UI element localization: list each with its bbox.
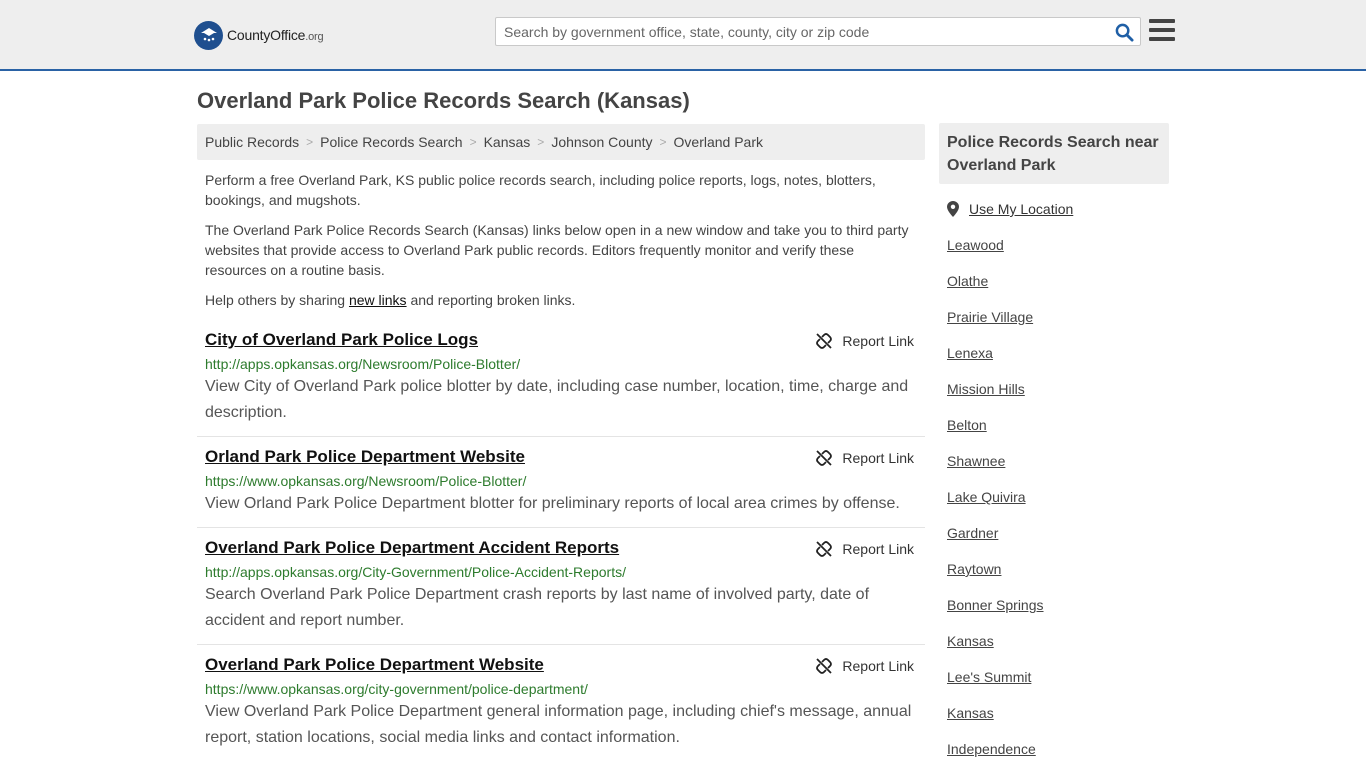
result-item: Orland Park Police Department Website ht… [197, 446, 925, 528]
result-description: View Orland Park Police Department blott… [205, 495, 900, 512]
breadcrumb-item-police-records-search[interactable]: Police Records Search [320, 134, 462, 150]
search-input[interactable] [496, 18, 1106, 45]
nearby-city-link[interactable]: Lenexa [947, 345, 993, 361]
nearby-city-link[interactable]: Kansas [947, 633, 994, 649]
use-my-location-link[interactable]: Use My Location [969, 201, 1073, 217]
map-pin-icon [947, 201, 959, 217]
result-item: Overland Park Police Department Website … [197, 654, 925, 762]
breadcrumb-item-public-records[interactable]: Public Records [205, 134, 299, 150]
nearby-city-link[interactable]: Leawood [947, 237, 1004, 253]
nearby-city-link[interactable]: Mission Hills [947, 381, 1025, 397]
nearby-city-link[interactable]: Shawnee [947, 453, 1005, 469]
seal-icon [194, 20, 223, 50]
site-logo[interactable]: CountyOffice.org [194, 20, 324, 50]
report-link-button[interactable]: Report Link [816, 450, 914, 466]
result-item: City of Overland Park Police Logs http:/… [197, 329, 925, 437]
nearby-city-link[interactable]: Prairie Village [947, 309, 1033, 325]
broken-link-icon [816, 450, 833, 466]
page-title: Overland Park Police Records Search (Kan… [197, 88, 690, 113]
result-url[interactable]: https://www.opkansas.org/Newsroom/Police… [205, 472, 925, 490]
logo-text: CountyOffice.org [227, 27, 324, 43]
broken-link-icon [816, 541, 833, 557]
nearby-city-link[interactable]: Olathe [947, 273, 988, 289]
top-header-bar: CountyOffice.org [0, 0, 1366, 71]
nearby-city-link[interactable]: Lee's Summit [947, 669, 1031, 685]
nearby-city-link[interactable]: Gardner [947, 525, 998, 541]
report-link-button[interactable]: Report Link [816, 333, 914, 349]
nearby-city-link[interactable]: Kansas [947, 705, 994, 721]
breadcrumb-item-kansas[interactable]: Kansas [484, 134, 531, 150]
share-paragraph: Help others by sharing new links and rep… [205, 292, 576, 308]
search-icon [1115, 23, 1134, 42]
search-button[interactable] [1112, 21, 1136, 43]
breadcrumb-item-johnson-county[interactable]: Johnson County [551, 134, 652, 150]
breadcrumb-separator-icon: > [306, 135, 314, 149]
breadcrumb-separator-icon: > [537, 135, 545, 149]
result-description: View Overland Park Police Department gen… [205, 703, 912, 746]
search-box [495, 17, 1141, 46]
use-location: Use My Location [947, 201, 1073, 217]
result-url[interactable]: http://apps.opkansas.org/Newsroom/Police… [205, 355, 925, 373]
result-url[interactable]: http://apps.opkansas.org/City-Government… [205, 563, 925, 581]
report-link-button[interactable]: Report Link [816, 658, 914, 674]
result-description: View City of Overland Park police blotte… [205, 378, 909, 421]
report-link-button[interactable]: Report Link [816, 541, 914, 557]
hamburger-menu-icon[interactable] [1149, 18, 1175, 42]
nearby-city-link[interactable]: Bonner Springs [947, 597, 1044, 613]
breadcrumb-separator-icon: > [469, 135, 477, 149]
sidebar-heading: Police Records Search near Overland Park [939, 123, 1169, 184]
nearby-city-link[interactable]: Lake Quivira [947, 489, 1026, 505]
breadcrumb: Public Records > Police Records Search >… [197, 124, 925, 160]
nearby-city-link[interactable]: Belton [947, 417, 987, 433]
result-url[interactable]: https://www.opkansas.org/city-government… [205, 680, 925, 698]
result-description: Search Overland Park Police Department c… [205, 586, 870, 629]
intro-paragraph: Perform a free Overland Park, KS public … [205, 172, 876, 208]
nearby-city-link[interactable]: Raytown [947, 561, 1001, 577]
broken-link-icon [816, 658, 833, 674]
breadcrumb-separator-icon: > [659, 135, 667, 149]
result-item: Overland Park Police Department Accident… [197, 537, 925, 645]
new-links-link[interactable]: new links [349, 292, 407, 308]
breadcrumb-item-overland-park[interactable]: Overland Park [674, 134, 763, 150]
broken-link-icon [816, 333, 833, 349]
nearby-city-link[interactable]: Independence [947, 741, 1036, 757]
disclaimer-paragraph: The Overland Park Police Records Search … [205, 222, 909, 278]
